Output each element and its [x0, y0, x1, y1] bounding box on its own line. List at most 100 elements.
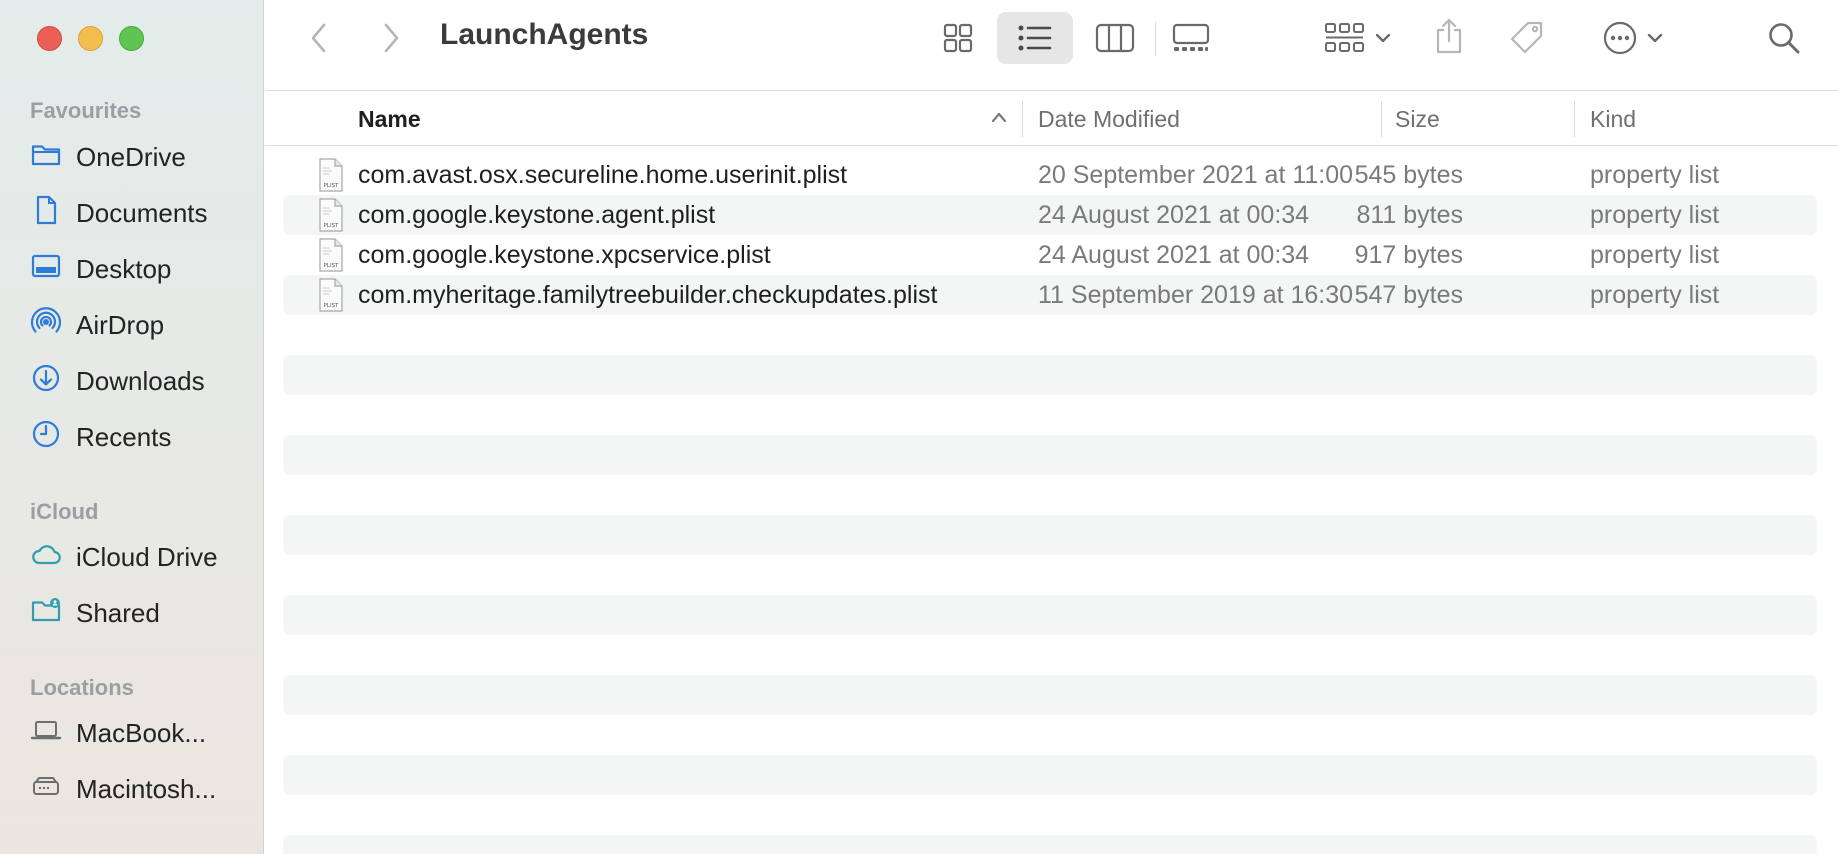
sidebar-item-airdrop[interactable]: AirDrop	[30, 305, 164, 345]
list-icon	[1017, 22, 1053, 54]
window-title: LaunchAgents	[440, 18, 649, 51]
sidebar-item-label: Macintosh...	[76, 773, 217, 804]
file-name: com.avast.osx.secureline.home.userinit.p…	[358, 161, 848, 189]
file-kind: property list	[1590, 281, 1720, 309]
desktop-icon	[30, 250, 62, 289]
zoom-window-button[interactable]	[119, 26, 144, 51]
sidebar-item-label: Downloads	[76, 365, 205, 396]
more-actions-button[interactable]	[1591, 18, 1675, 58]
empty-row-stripe	[283, 435, 1817, 475]
sidebar-item-recents[interactable]: Recents	[30, 417, 171, 457]
clock-icon	[30, 418, 62, 457]
window-controls	[37, 26, 144, 51]
file-name: com.google.keystone.agent.plist	[358, 201, 716, 229]
sidebar-item-label: OneDrive	[76, 141, 186, 172]
tag-icon	[1508, 19, 1546, 57]
plist-file-icon: PLIST	[318, 158, 344, 199]
column-separator[interactable]	[1381, 101, 1382, 137]
sidebar-item-macintosh-hd[interactable]: Macintosh...	[30, 769, 216, 809]
sidebar-item-label: Shared	[76, 597, 160, 628]
svg-text:PLIST: PLIST	[324, 183, 339, 189]
chevron-right-icon	[381, 22, 401, 54]
sidebar-item-label: MacBook...	[76, 717, 207, 748]
empty-row-stripe	[283, 675, 1817, 715]
forward-button[interactable]	[373, 18, 409, 58]
file-row[interactable]: PLIST com.myheritage.familytreebuilder.c…	[283, 275, 1817, 315]
file-kind: property list	[1590, 201, 1720, 229]
search-icon	[1766, 20, 1802, 56]
column-header: Name Date Modified Size Kind	[265, 92, 1838, 146]
shared-folder-icon	[30, 594, 62, 633]
downloads-icon	[30, 362, 62, 401]
ellipsis-circle-icon	[1602, 20, 1638, 56]
column-separator[interactable]	[1574, 101, 1575, 137]
share-icon	[1433, 17, 1465, 55]
toolbar: LaunchAgents	[265, 0, 1838, 91]
group-grid-icon	[1324, 21, 1366, 55]
file-name: com.myheritage.familytreebuilder.checkup…	[358, 281, 938, 309]
sidebar-item-onedrive[interactable]: OneDrive	[30, 137, 186, 177]
file-row[interactable]: PLIST com.google.keystone.xpcservice.pli…	[283, 235, 1817, 275]
close-window-button[interactable]	[37, 26, 62, 51]
file-row[interactable]: PLIST com.google.keystone.agent.plist 24…	[283, 195, 1817, 235]
empty-row-stripe	[283, 595, 1817, 635]
file-row[interactable]: PLIST com.avast.osx.secureline.home.user…	[283, 155, 1817, 195]
share-button[interactable]	[1429, 14, 1469, 58]
plist-file-icon: PLIST	[318, 198, 344, 239]
sidebar-item-label: Documents	[76, 197, 208, 228]
chevron-down-icon	[1646, 32, 1664, 44]
drive-icon	[30, 770, 62, 809]
svg-text:PLIST: PLIST	[324, 263, 339, 269]
chevron-down-icon	[1374, 32, 1392, 44]
toolbar-divider	[1155, 22, 1156, 56]
empty-row-stripe	[283, 515, 1817, 555]
columns-icon	[1095, 22, 1135, 54]
column-header-name[interactable]: Name	[358, 92, 421, 146]
column-view-button[interactable]	[1093, 18, 1137, 58]
sidebar-item-documents[interactable]: Documents	[30, 193, 208, 233]
sidebar-item-label: Desktop	[76, 253, 172, 284]
sidebar-heading-icloud: iCloud	[30, 499, 99, 524]
column-separator[interactable]	[1022, 101, 1023, 137]
gallery-icon	[1171, 22, 1211, 54]
sidebar-item-shared[interactable]: Shared	[30, 593, 160, 633]
plist-file-icon: PLIST	[318, 238, 344, 279]
sidebar-heading-locations: Locations	[30, 675, 134, 700]
file-size: 547 bytes	[1354, 281, 1463, 309]
column-header-size[interactable]: Size	[1395, 92, 1440, 146]
sort-ascending-icon[interactable]	[990, 110, 1008, 129]
sidebar: Favourites OneDrive Documents Desktop Ai…	[0, 0, 264, 854]
group-by-button[interactable]	[1316, 18, 1400, 58]
column-header-kind[interactable]: Kind	[1590, 92, 1636, 146]
sidebar-item-icloud-drive[interactable]: iCloud Drive	[30, 537, 218, 577]
svg-text:PLIST: PLIST	[324, 223, 339, 229]
sidebar-item-label: AirDrop	[76, 309, 165, 340]
file-kind: property list	[1590, 161, 1720, 189]
empty-row-stripe	[283, 835, 1817, 854]
sidebar-item-downloads[interactable]: Downloads	[30, 361, 205, 401]
cloud-icon	[30, 538, 62, 577]
file-size: 545 bytes	[1354, 161, 1463, 189]
grid-icon	[942, 22, 974, 54]
file-size: 917 bytes	[1354, 241, 1463, 269]
search-button[interactable]	[1762, 18, 1806, 58]
document-icon	[30, 194, 62, 233]
sidebar-item-macbook[interactable]: MacBook...	[30, 713, 206, 753]
list-view-button[interactable]	[1015, 18, 1055, 58]
back-button[interactable]	[301, 18, 337, 58]
folder-icon	[30, 138, 62, 177]
sidebar-item-desktop[interactable]: Desktop	[30, 249, 171, 289]
minimize-window-button[interactable]	[78, 26, 103, 51]
empty-row-stripe	[283, 755, 1817, 795]
empty-row-stripe	[283, 355, 1817, 395]
column-header-date-modified[interactable]: Date Modified	[1038, 92, 1180, 146]
file-name: com.google.keystone.xpcservice.plist	[358, 241, 771, 269]
laptop-icon	[30, 714, 62, 753]
gallery-view-button[interactable]	[1169, 18, 1213, 58]
tags-button[interactable]	[1505, 18, 1549, 58]
chevron-left-icon	[309, 22, 329, 54]
airdrop-icon	[30, 306, 62, 345]
file-kind: property list	[1590, 241, 1720, 269]
sidebar-item-label: iCloud Drive	[76, 541, 218, 572]
icon-view-button[interactable]	[938, 18, 978, 58]
